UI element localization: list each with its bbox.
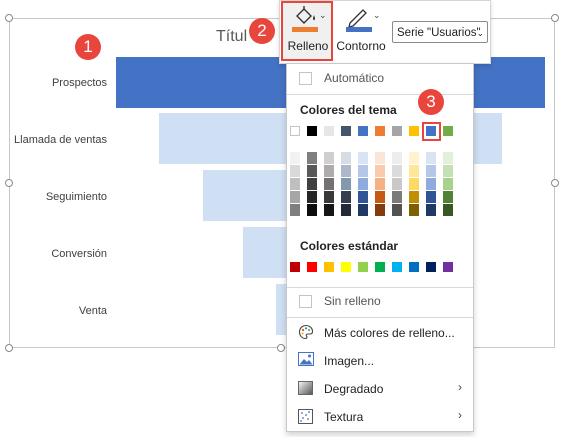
pen-icon: [348, 9, 367, 28]
divider: [287, 287, 473, 288]
resize-handle-top-right[interactable]: [551, 14, 559, 22]
divider: [287, 317, 473, 318]
color-swatch[interactable]: [409, 126, 419, 136]
color-swatch[interactable]: [409, 262, 419, 272]
step-callout-3: 3: [418, 89, 444, 115]
fill-button-label: Relleno: [287, 39, 329, 53]
step-callout-2: 2: [249, 18, 275, 44]
resize-handle-bottom-left[interactable]: [5, 344, 13, 352]
menu-item-picture[interactable]: Imagen...: [324, 354, 374, 368]
standard-colors-title: Colores estándar: [300, 239, 399, 253]
menu-item-gradient[interactable]: Degradado: [324, 382, 383, 396]
color-swatch[interactable]: [392, 126, 402, 136]
color-swatch[interactable]: [341, 126, 351, 136]
standard-colors-row: [290, 262, 460, 274]
color-swatch[interactable]: [358, 262, 368, 272]
no-fill-swatch[interactable]: [299, 295, 312, 308]
outline-color-bar: [346, 27, 372, 32]
color-swatch[interactable]: [290, 262, 300, 272]
resize-handle-middle-left[interactable]: [5, 179, 13, 187]
theme-colors-title: Colores del tema: [300, 103, 397, 117]
automatic-swatch[interactable]: [299, 72, 312, 85]
gradient-icon: [298, 381, 313, 395]
category-label: Venta: [78, 305, 107, 317]
series-select[interactable]: Serie "Usuarios" ⌄: [392, 21, 488, 43]
step-callout-1: 1: [75, 34, 101, 60]
image-icon: [298, 352, 314, 366]
menu-item-no-fill[interactable]: Sin relleno: [324, 294, 381, 308]
chevron-right-icon: ›: [458, 408, 462, 422]
theme-color-shades-grid[interactable]: [290, 152, 460, 216]
chevron-down-icon[interactable]: ⌄: [319, 10, 327, 21]
category-label: Prospectos: [51, 77, 107, 89]
chart-title[interactable]: Títul: [216, 28, 247, 46]
color-swatch[interactable]: [375, 262, 385, 272]
color-swatch[interactable]: [443, 126, 453, 136]
color-swatch[interactable]: [307, 126, 317, 136]
color-swatch[interactable]: [426, 262, 436, 272]
outline-button[interactable]: Contorno: [335, 39, 387, 53]
fill-color-bar: [292, 27, 318, 32]
texture-icon: [298, 409, 313, 424]
chevron-down-icon: ⌄: [476, 28, 484, 38]
color-swatch[interactable]: [324, 126, 334, 136]
menu-item-texture[interactable]: Textura: [324, 410, 363, 424]
selected-color-highlight: [422, 122, 441, 141]
chevron-right-icon: ›: [458, 380, 462, 394]
resize-handle-bottom-middle[interactable]: [277, 344, 285, 352]
chevron-down-icon[interactable]: ⌄: [373, 10, 381, 21]
color-swatch[interactable]: [375, 126, 385, 136]
resize-handle-top-left[interactable]: [5, 14, 13, 22]
menu-item-more-fill-colors[interactable]: Más colores de relleno...: [324, 326, 455, 340]
color-swatch[interactable]: [443, 262, 453, 272]
series-select-value: Serie "Usuarios": [397, 27, 481, 39]
category-label: Seguimiento: [45, 191, 107, 203]
category-label: Llamada de ventas: [14, 134, 107, 146]
color-swatch[interactable]: [290, 126, 300, 136]
palette-icon: [298, 324, 314, 340]
paint-bucket-icon: [296, 6, 315, 24]
divider: [287, 94, 473, 95]
category-label: Conversión: [51, 248, 107, 260]
color-swatch[interactable]: [341, 262, 351, 272]
color-swatch[interactable]: [392, 262, 402, 272]
resize-handle-middle-right[interactable]: [551, 179, 559, 187]
menu-item-automatic[interactable]: Automático: [324, 71, 384, 85]
color-swatch[interactable]: [307, 262, 317, 272]
color-swatch[interactable]: [324, 262, 334, 272]
color-swatch[interactable]: [358, 126, 368, 136]
